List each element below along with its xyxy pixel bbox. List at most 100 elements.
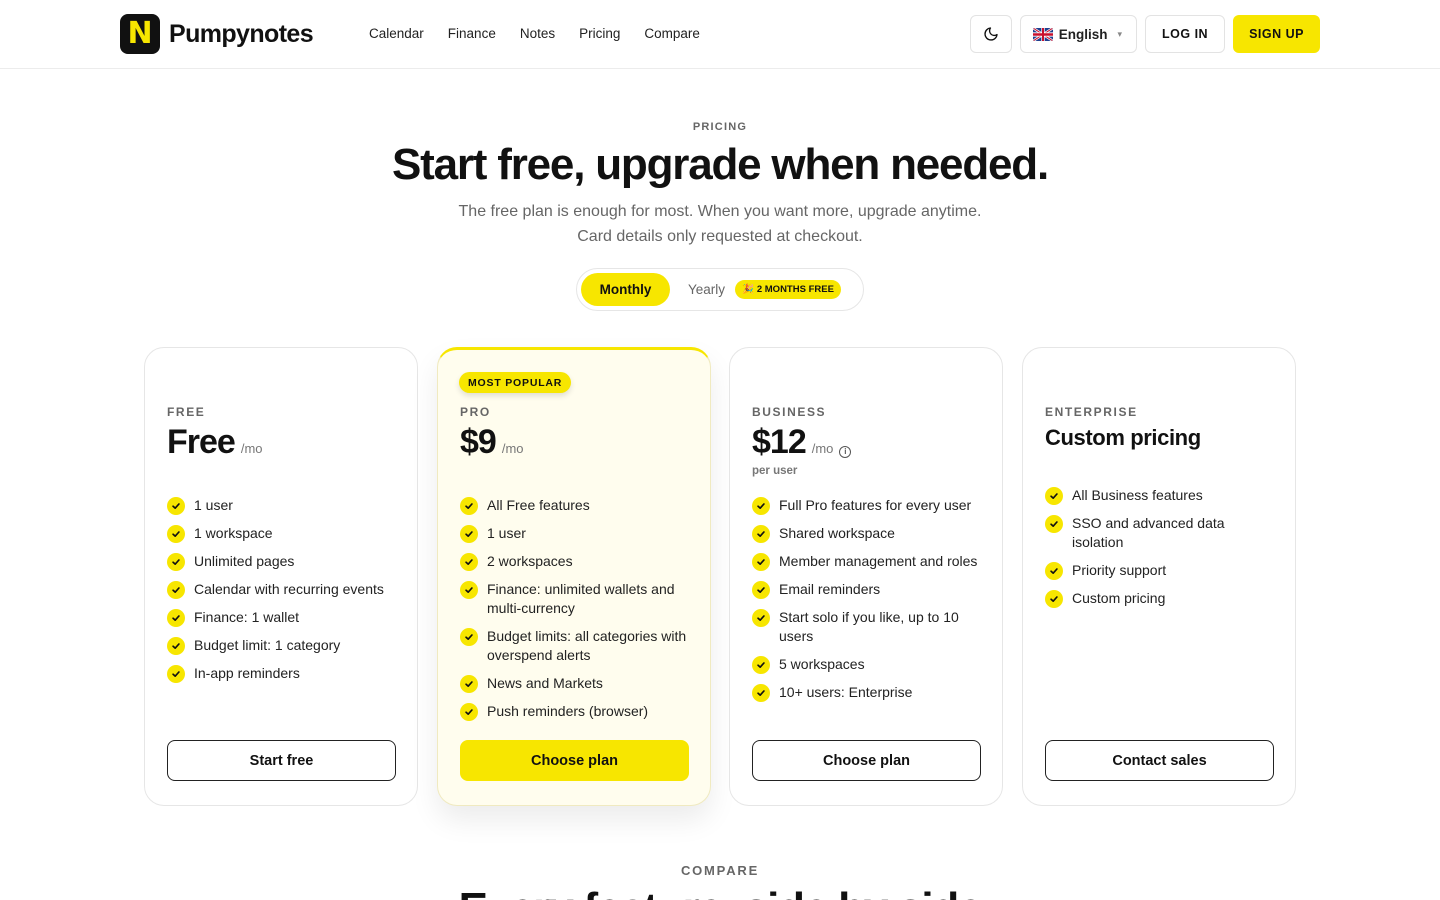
- language-label: English: [1058, 26, 1108, 42]
- contact-sales-button[interactable]: Contact sales: [1045, 740, 1274, 781]
- nav-calendar[interactable]: Calendar: [369, 26, 424, 41]
- choose-plan-pro-button[interactable]: Choose plan: [460, 740, 689, 781]
- check-icon: [752, 525, 770, 543]
- feature-item: Finance: 1 wallet: [167, 608, 399, 627]
- check-icon: [167, 665, 185, 683]
- feature-text: SSO and advanced data isolation: [1072, 515, 1225, 550]
- language-select[interactable]: English ▾: [1019, 15, 1138, 53]
- plan-card-enterprise: ENTERPRISE Custom pricing All Business f…: [1022, 347, 1296, 806]
- plan-price: Custom pricing: [1045, 425, 1201, 450]
- feature-text: 2 workspaces: [487, 553, 573, 569]
- monthly-option[interactable]: Monthly: [581, 273, 670, 306]
- plan-tier: FREE: [167, 405, 206, 419]
- site-header: N Pumpynotes Calendar Finance Notes Pric…: [0, 0, 1440, 69]
- check-icon: [460, 497, 478, 515]
- feature-item: 1 user: [167, 496, 399, 515]
- feature-item: In-app reminders: [167, 664, 399, 683]
- login-button[interactable]: LOG IN: [1145, 15, 1226, 53]
- plan-card-free: FREE Free /mo 1 user 1 workspace Unlimited…: [144, 347, 418, 806]
- feature-text: Priority support: [1072, 562, 1167, 578]
- feature-list: All Business features SSO and advanced da…: [1045, 486, 1277, 617]
- price-unit: /mo: [811, 441, 834, 456]
- check-icon: [1045, 515, 1063, 533]
- check-icon: [167, 525, 185, 543]
- nav-compare[interactable]: Compare: [644, 26, 700, 41]
- check-icon: [1045, 487, 1063, 505]
- signup-button[interactable]: SIGN UP: [1233, 15, 1320, 53]
- feature-text: Full Pro features for every user: [779, 497, 972, 513]
- check-icon: [752, 581, 770, 599]
- billing-toggle: Monthly Yearly 🎉 2 MONTHS FREE: [576, 268, 864, 311]
- per-user-note: per user: [752, 465, 798, 477]
- feature-text: Push reminders (browser): [487, 703, 649, 719]
- feature-text: Email reminders: [779, 581, 881, 597]
- plan-card-pro: MOST POPULAR PRO $9 /mo All Free feature…: [437, 347, 711, 806]
- plan-tier: BUSINESS: [752, 405, 827, 419]
- feature-text: All Business features: [1072, 487, 1203, 503]
- feature-text: Budget limits: all categories with overs…: [487, 628, 687, 663]
- yearly-discount-badge: 🎉 2 MONTHS FREE: [735, 280, 841, 299]
- brand-logo[interactable]: N Pumpynotes: [120, 14, 314, 54]
- feature-item: Calendar with recurring events: [167, 580, 399, 599]
- yearly-option[interactable]: Yearly: [688, 282, 725, 297]
- start-free-button[interactable]: Start free: [167, 740, 396, 781]
- plan-price: $9 /mo: [460, 423, 524, 462]
- feature-text: 1 user: [194, 497, 233, 513]
- feature-text: Member management and roles: [779, 553, 978, 569]
- plan-card-business: BUSINESS $12 /mo i per user Full Pro fea…: [729, 347, 1003, 806]
- feature-list: 1 user 1 workspace Unlimited pages Calendar…: [167, 496, 399, 692]
- feature-item: All Free features: [460, 496, 692, 515]
- feature-item: Push reminders (browser): [460, 702, 692, 721]
- theme-toggle-button[interactable]: [969, 15, 1012, 53]
- feature-item: 5 workspaces: [752, 655, 984, 674]
- feature-item: Member management and roles: [752, 552, 984, 571]
- nav-notes[interactable]: Notes: [520, 26, 555, 41]
- feature-text: 1 workspace: [194, 525, 273, 541]
- feature-text: Shared workspace: [779, 525, 895, 541]
- feature-text: Start solo if you like, up to 10 users: [779, 609, 959, 644]
- main-nav: Calendar Finance Notes Pricing Compare: [369, 26, 700, 41]
- check-icon: [460, 675, 478, 693]
- choose-plan-business-button[interactable]: Choose plan: [752, 740, 981, 781]
- feature-item: All Business features: [1045, 486, 1277, 505]
- check-icon: [1045, 562, 1063, 580]
- subtitle-line-2: Card details only requested at checkout.: [577, 228, 863, 245]
- feature-item: 1 user: [460, 524, 692, 543]
- check-icon: [460, 703, 478, 721]
- feature-item: 10+ users: Enterprise: [752, 683, 984, 702]
- feature-text: Custom pricing: [1072, 590, 1166, 606]
- nav-finance[interactable]: Finance: [448, 26, 496, 41]
- page-title: Start free, upgrade when needed.: [392, 140, 1049, 189]
- feature-item: Custom pricing: [1045, 589, 1277, 608]
- chevron-down-icon: ▾: [1117, 28, 1123, 39]
- nav-pricing[interactable]: Pricing: [579, 26, 620, 41]
- price-value: Free: [167, 423, 236, 461]
- price-value: $12: [752, 423, 807, 461]
- check-icon: [752, 609, 770, 627]
- brand-name: Pumpynotes: [169, 19, 314, 48]
- feature-text: 10+ users: Enterprise: [779, 684, 913, 700]
- check-icon: [752, 684, 770, 702]
- header-actions: English ▾ LOG IN SIGN UP: [969, 15, 1320, 53]
- check-icon: [460, 553, 478, 571]
- check-icon: [167, 637, 185, 655]
- check-icon: [752, 497, 770, 515]
- feature-item: Full Pro features for every user: [752, 496, 984, 515]
- check-icon: [167, 497, 185, 515]
- feature-item: News and Markets: [460, 674, 692, 693]
- feature-item: SSO and advanced data isolation: [1045, 514, 1277, 552]
- check-icon: [752, 656, 770, 674]
- price-unit: /mo: [501, 441, 524, 456]
- plan-price: $12 /mo i: [752, 423, 852, 462]
- plan-tier: PRO: [460, 405, 491, 419]
- check-icon: [460, 525, 478, 543]
- info-icon[interactable]: i: [839, 445, 852, 458]
- feature-item: Budget limit: 1 category: [167, 636, 399, 655]
- subtitle-line-1: The free plan is enough for most. When y…: [458, 203, 982, 220]
- feature-text: Calendar with recurring events: [194, 581, 384, 597]
- feature-text: In-app reminders: [194, 665, 300, 681]
- party-icon: 🎉: [742, 284, 754, 295]
- feature-item: Budget limits: all categories with overs…: [460, 627, 692, 665]
- feature-list: All Free features 1 user 2 workspaces Finan…: [460, 496, 692, 730]
- feature-item: Email reminders: [752, 580, 984, 599]
